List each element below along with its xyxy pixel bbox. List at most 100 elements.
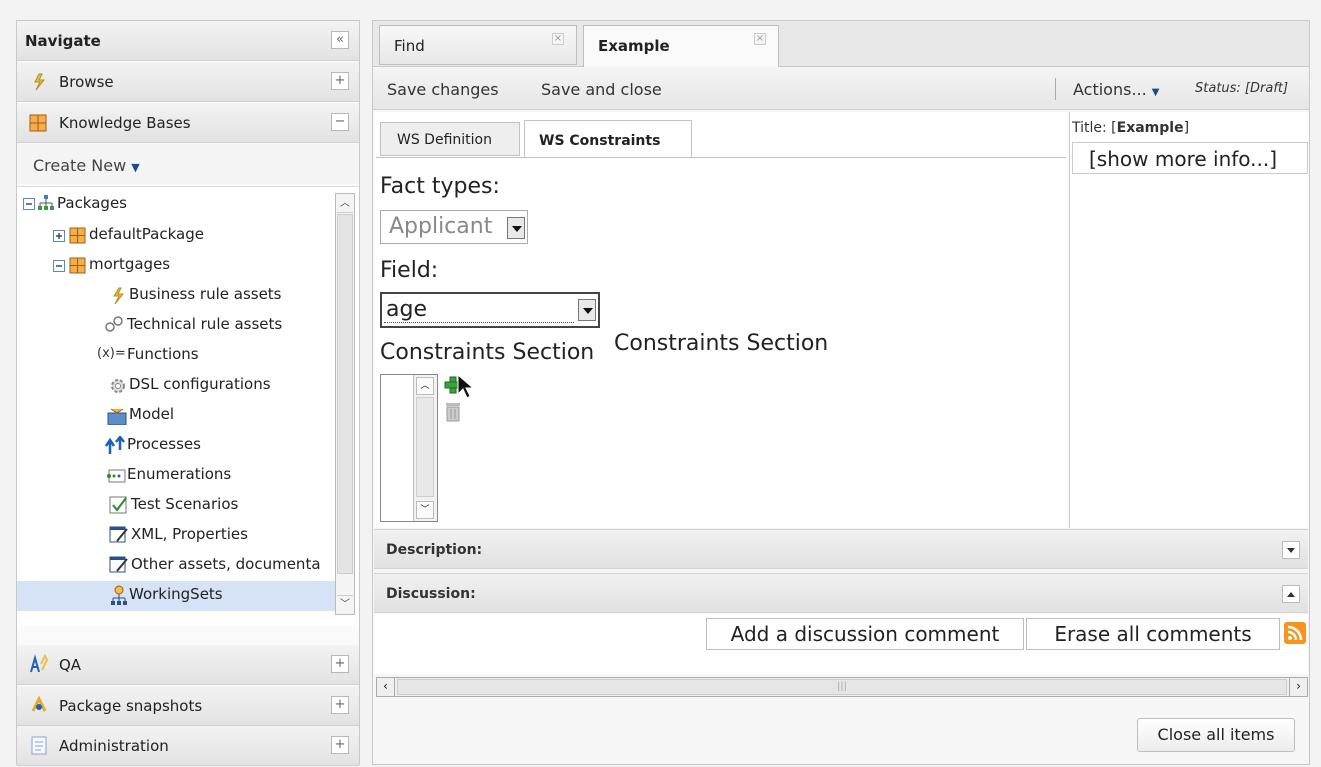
rss-feed-icon[interactable] (1284, 622, 1306, 644)
accordion-browse[interactable]: Browse + (17, 62, 359, 102)
collapse-panel-button[interactable]: « (331, 31, 349, 49)
discussion-section[interactable]: Discussion: (374, 573, 1308, 613)
snapshots-icon (31, 695, 47, 712)
tree-expand-icon[interactable] (53, 230, 65, 242)
tab-find[interactable]: Find × (379, 25, 577, 65)
scroll-up-arrow-icon[interactable]: ︿ (337, 195, 353, 213)
accordion-package-snapshots[interactable]: Package snapshots + (17, 686, 359, 726)
select-arrow-icon[interactable] (507, 217, 525, 239)
actions-menu[interactable]: Actions... ▼ (1073, 80, 1160, 99)
test-scenarios-icon (109, 496, 127, 514)
tree-item-working-sets[interactable]: WorkingSets (129, 585, 223, 603)
scrollbar-thumb[interactable] (337, 214, 353, 574)
accordion-administration-label: Administration (59, 737, 169, 755)
title-prefix: Title: [ (1072, 120, 1117, 136)
description-section[interactable]: Description: (374, 529, 1308, 569)
accordion-qa[interactable]: QA + (17, 645, 359, 685)
tree-collapse-icon[interactable] (53, 260, 65, 272)
scroll-down-arrow-icon[interactable]: ﹀ (337, 595, 353, 613)
mouse-cursor-icon (457, 374, 474, 399)
tree-item-xml[interactable]: XML, Properties (131, 525, 248, 543)
tree-item-enumerations[interactable]: Enumerations (127, 465, 231, 483)
tree-item-default-package[interactable]: defaultPackage (89, 225, 204, 243)
accordion-knowledge-bases[interactable]: Knowledge Bases − (17, 103, 359, 143)
expand-administration-button[interactable]: + (331, 736, 349, 754)
description-label: Description: (386, 542, 483, 558)
accordion-package-snapshots-label: Package snapshots (59, 697, 203, 715)
select-arrow-icon[interactable] (578, 299, 596, 321)
create-new-menu[interactable]: Create New ▼ (33, 156, 140, 175)
focus-ring (384, 322, 574, 323)
close-tab-icon[interactable]: × (552, 33, 564, 45)
tree-item-processes[interactable]: Processes (127, 435, 201, 453)
processes-icon (105, 436, 125, 454)
show-more-info-button[interactable]: [show more info...] (1072, 142, 1308, 174)
expand-package-snapshots-button[interactable]: + (331, 696, 349, 714)
tree-item-business-rules[interactable]: Business rule assets (129, 285, 282, 303)
create-new-bar: Create New ▼ (17, 144, 359, 184)
functions-icon: (x)= (97, 346, 126, 361)
administration-icon (31, 736, 47, 755)
scroll-down-arrow-icon[interactable]: ﹀ (416, 501, 434, 519)
accordion-administration[interactable]: Administration + (17, 726, 359, 766)
package-tree: ︿ ﹀ Packages defaultPackage mortgages Bu… (17, 186, 359, 626)
discussion-label: Discussion: (386, 586, 476, 602)
expand-browse-button[interactable]: + (331, 72, 349, 90)
fact-type-value: Applicant (389, 214, 493, 239)
tab-find-label: Find (394, 37, 425, 55)
scrollbar-thumb[interactable] (416, 397, 434, 497)
tree-item-functions[interactable]: Functions (127, 345, 199, 363)
add-comment-button[interactable]: Add a discussion comment (706, 618, 1024, 650)
constraints-scrollbar[interactable]: ︿ ﹀ (413, 375, 437, 521)
close-tab-icon[interactable]: × (754, 33, 766, 45)
scroll-left-arrow-icon[interactable]: ‹ (377, 678, 395, 696)
expand-description-icon[interactable] (1282, 541, 1300, 559)
tree-collapse-icon[interactable] (23, 198, 35, 210)
collapse-knowledge-bases-button[interactable]: − (331, 113, 349, 131)
editor-content: WS Definition WS Constraints Fact types:… (374, 112, 1068, 528)
scrollbar-thumb[interactable]: ||| (397, 679, 1287, 695)
expand-qa-button[interactable]: + (331, 655, 349, 673)
package-icon (69, 257, 86, 274)
constraints-list[interactable]: ︿ ﹀ (380, 374, 438, 522)
tree-item-mortgages[interactable]: mortgages (89, 255, 170, 273)
working-sets-icon (111, 585, 127, 605)
tree-scrollbar[interactable]: ︿ ﹀ (335, 193, 355, 615)
toolbar: Save changes Save and close Actions... ▼… (373, 68, 1309, 110)
constraints-section-heading: Constraints Section (614, 331, 829, 356)
field-select[interactable]: age (380, 292, 600, 328)
accordion-knowledge-bases-label: Knowledge Bases (59, 114, 191, 132)
collapse-discussion-icon[interactable] (1282, 585, 1300, 603)
show-more-info-label: [show more info...] (1089, 147, 1278, 171)
tree-item-test-scenarios[interactable]: Test Scenarios (131, 495, 238, 513)
scroll-up-arrow-icon[interactable]: ︿ (416, 377, 434, 395)
enumerations-icon (107, 469, 126, 483)
subtab-ws-definition[interactable]: WS Definition (380, 122, 520, 156)
dropdown-arrow-icon: ▼ (1151, 87, 1160, 98)
asset-title: Title: [Example] (1072, 120, 1189, 136)
trash-icon[interactable] (444, 400, 462, 422)
horizontal-scrollbar[interactable]: ‹ ||| › (376, 677, 1308, 697)
scroll-right-arrow-icon[interactable]: › (1289, 678, 1307, 696)
dropdown-arrow-icon: ▼ (131, 161, 140, 174)
tree-item-technical-rules[interactable]: Technical rule assets (127, 315, 282, 333)
save-and-close-button[interactable]: Save and close (541, 80, 662, 99)
close-all-items-button[interactable]: Close all items (1137, 718, 1295, 752)
save-changes-button[interactable]: Save changes (387, 80, 499, 99)
subtab-ws-constraints[interactable]: WS Constraints (524, 120, 692, 158)
fact-types-select[interactable]: Applicant (380, 210, 528, 244)
browse-icon (34, 73, 46, 91)
subtab-ws-constraints-label: WS Constraints (539, 133, 661, 149)
tree-item-packages[interactable]: Packages (57, 194, 127, 212)
packages-icon (38, 195, 54, 210)
navigate-header: Navigate « (17, 21, 359, 61)
erase-comments-button[interactable]: Erase all comments (1026, 618, 1280, 650)
status-text: Status: [Draft] (1195, 81, 1289, 96)
field-label: Field: (380, 258, 439, 283)
tree-item-other-assets[interactable]: Other assets, documenta (131, 555, 321, 573)
tree-item-dsl[interactable]: DSL configurations (129, 375, 271, 393)
tree-item-model[interactable]: Model (129, 405, 174, 423)
tab-example-label: Example (598, 37, 670, 55)
model-icon (107, 408, 127, 425)
tab-example[interactable]: Example × (583, 25, 779, 67)
